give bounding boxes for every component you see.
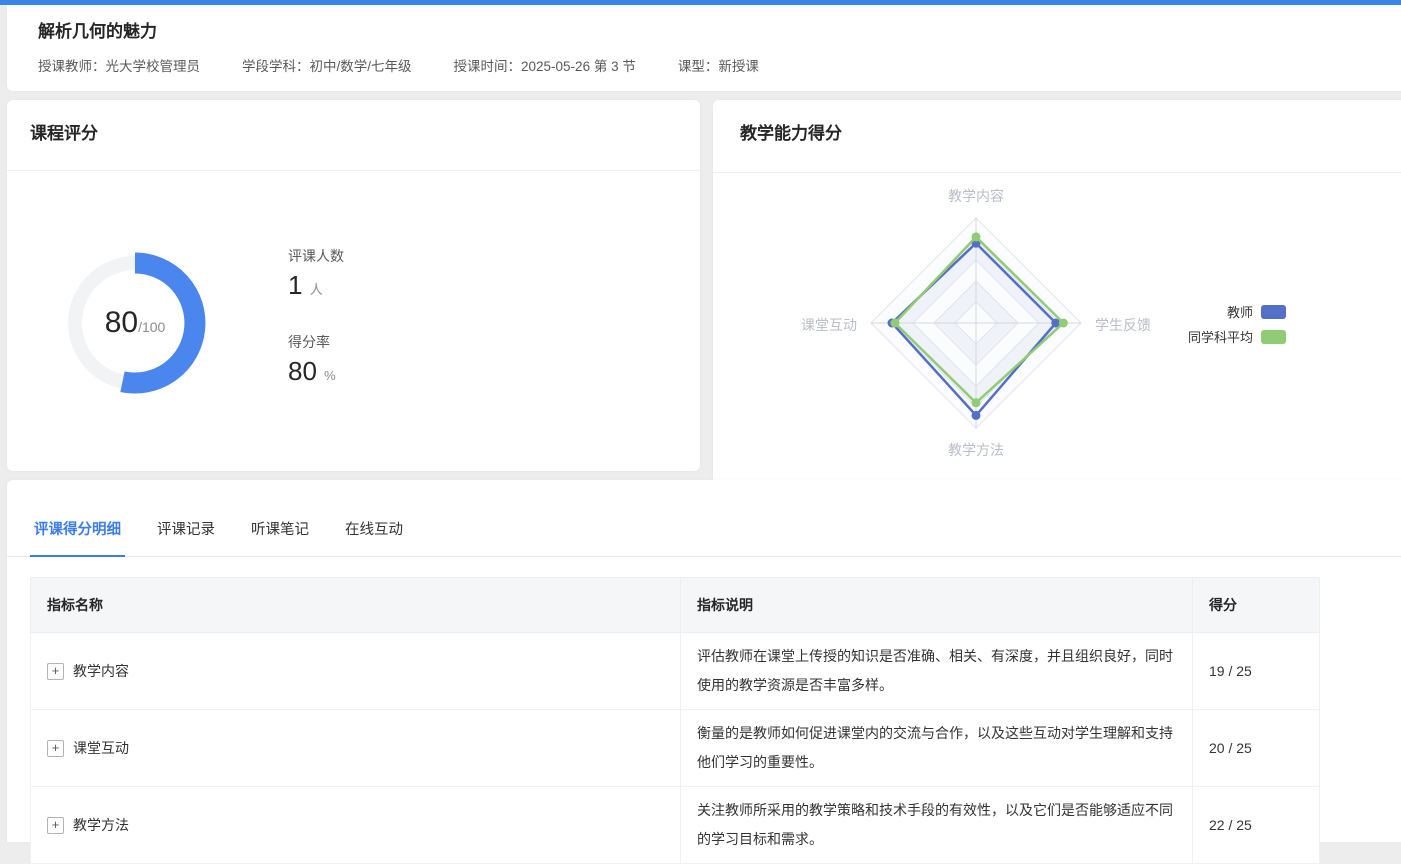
legend-item-peer-average[interactable]: 同学科平均 [1054,324,1286,349]
course-meta-item: 学段学科：初中/数学/七年级 [242,55,412,75]
course-meta-item: 授课教师：光大学校管理员 [38,55,200,75]
course-header-card: 解析几何的魅力 授课教师：光大学校管理员 学段学科：初中/数学/七年级 授课时间：2… [7,5,1401,91]
column-header-indicator-name: 指标名称 [30,577,680,633]
radar-legend: 教师 同学科平均 [1054,299,1286,349]
page-title: 解析几何的魅力 [38,17,157,42]
teaching-ability-card: 教学能力得分 教学内容 学生反馈 教学方法 课堂互动 教师 同学科平均 [713,100,1401,485]
indicator-description: 评估教师在课堂上传授的知识是否准确、相关、有深度，并且组织良好，同时使用的教学资… [680,633,1192,710]
score-card-title: 课程评分 [30,119,98,144]
radar-axis-label-content: 教学内容 [948,186,1004,206]
table-row: + 教学方法 关注教师所采用的教学策略和技术手段的有效性，以及它们是否能够适应不同的… [30,787,1320,864]
teacher-series-swatch [1261,305,1286,319]
tab-online-interaction[interactable]: 在线互动 [341,518,407,556]
column-header-indicator-desc: 指标说明 [680,577,1192,633]
indicator-score: 22 / 25 [1192,787,1320,864]
table-header-row: 指标名称 指标说明 得分 [30,577,1320,633]
tab-listening-notes[interactable]: 听课笔记 [247,518,313,556]
expand-row-button[interactable]: + [47,817,64,834]
indicator-name: 教学方法 [73,817,129,833]
expand-row-button[interactable]: + [47,663,64,680]
expand-row-button[interactable]: + [47,740,64,757]
indicator-name: 教学内容 [73,663,129,679]
score-rate-label: 得分率 [288,332,330,352]
table-row: + 教学内容 评估教师在课堂上传授的知识是否准确、相关、有深度，并且组织良好，同时使… [30,633,1320,710]
donut-score-max: /100 [138,319,165,335]
donut-score-value: 80 [105,306,138,339]
peer-average-series-swatch [1261,330,1286,344]
indicator-score: 19 / 25 [1192,633,1320,710]
evaluation-detail-card: 评课得分明细 评课记录 听课笔记 在线互动 指标名称 指标说明 得分 + 教学内容… [7,480,1401,842]
course-meta-item: 课型：新授课 [678,55,759,75]
tab-score-detail[interactable]: 评课得分明细 [30,518,125,556]
legend-item-teacher[interactable]: 教师 [1054,299,1286,324]
indicator-description: 衡量的是教师如何促进课堂内的交流与合作，以及这些互动对学生理解和支持他们学习的重… [680,710,1192,787]
course-score-card: 课程评分 80/100 评课人数 1 人 得分率 80 % [7,100,700,471]
radar-card-title: 教学能力得分 [740,119,842,144]
indicator-table: 指标名称 指标说明 得分 + 教学内容 评估教师在课堂上传授的知识是否准确、相关、有… [30,577,1320,864]
column-header-score: 得分 [1192,577,1320,633]
radar-axis-label-interaction: 课堂互动 [753,315,857,335]
indicator-name: 课堂互动 [73,740,129,756]
indicator-description: 关注教师所采用的教学策略和技术手段的有效性，以及它们是否能够适应不同的学习目标和… [680,787,1192,864]
table-body: + 教学内容 评估教师在课堂上传授的知识是否准确、相关、有深度，并且组织良好，同时使… [30,633,1320,864]
raters-value: 1 人 [288,270,323,301]
raters-label: 评课人数 [288,246,344,266]
indicator-score: 20 / 25 [1192,710,1320,787]
tab-evaluation-records[interactable]: 评课记录 [153,518,219,556]
tab-bar: 评课得分明细 评课记录 听课笔记 在线互动 [7,480,1401,557]
score-rate-value: 80 % [288,356,336,387]
course-meta-row: 授课教师：光大学校管理员 学段学科：初中/数学/七年级 授课时间：2025-05-2… [38,55,759,75]
donut-center-label: 80/100 [105,306,166,340]
table-row: + 课堂互动 衡量的是教师如何促进课堂内的交流与合作，以及这些互动对学生理解和支持他… [30,710,1320,787]
radar-axis-label-method: 教学方法 [948,440,1004,460]
course-meta-item: 授课时间：2025-05-26 第 3 节 [454,55,636,75]
